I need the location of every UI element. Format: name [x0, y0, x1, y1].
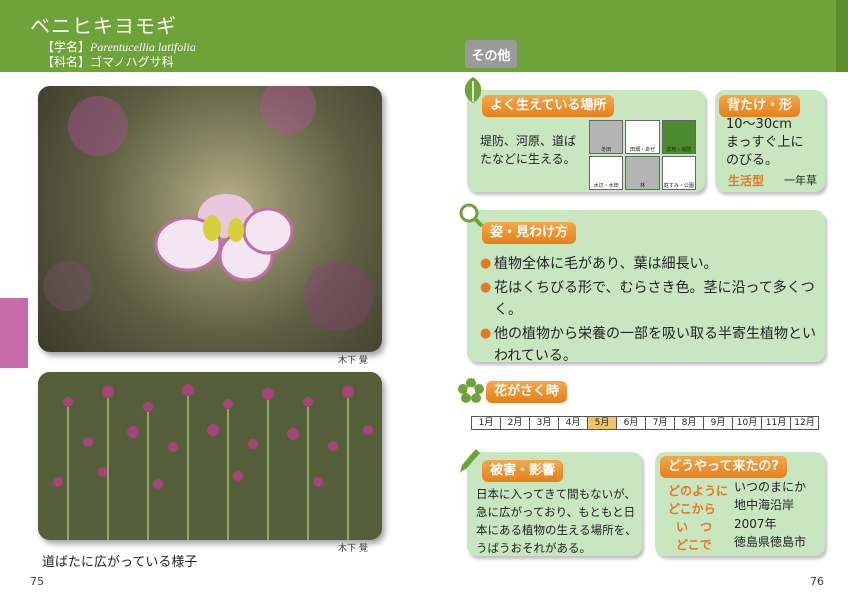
origin-q-how: どのように — [668, 484, 729, 498]
feature-item: 他の植物から栄養の一部を吸い取る半寄生植物といわれている。 — [480, 323, 818, 367]
habitat-icon: 水辺・水田 — [589, 156, 624, 190]
bloom-month-cell: 2月 — [500, 416, 529, 430]
bloom-month-cell: 4月 — [558, 416, 587, 430]
field-photo — [38, 372, 382, 540]
bloom-month-cell: 1月 — [471, 416, 500, 430]
bloom-month-cell: 8月 — [674, 416, 703, 430]
bloom-month-cell: 12月 — [790, 416, 819, 430]
damage-line: 急に広がっており、もともと日 — [476, 505, 636, 519]
habitat-icon: 林 — [625, 156, 660, 190]
photo-credit-2: 木下 覺 — [338, 544, 368, 554]
features-list: 植物全体に毛があり、葉は細長い。 花はくちびる形で、むらさき色。茎に沿って多くつ… — [480, 253, 818, 369]
height-title: 背たけ・形 — [719, 95, 801, 117]
height-line-2: まっすぐ上に — [726, 135, 804, 150]
origin-a-when: 2007年 — [734, 517, 777, 531]
bloom-month-cell: 7月 — [645, 416, 674, 430]
bloom-month-cell: 5月 — [587, 416, 616, 430]
origin-title: どうやって来たの? — [660, 456, 787, 478]
habitat-icon: 庭すみ・公園 — [661, 156, 696, 190]
pencil-icon — [460, 449, 480, 473]
feature-item: 花はくちびる形で、むらさき色。茎に沿って多くつく。 — [480, 277, 818, 321]
origin-a-where: 徳島県徳島市 — [734, 535, 807, 549]
habitat-title: よく生えている場所 — [482, 95, 615, 117]
bloom-month-cell: 3月 — [529, 416, 558, 430]
side-index-tab[interactable] — [0, 298, 28, 368]
life-form-value: 一年草 — [784, 174, 817, 187]
origin-q-when: い つ — [676, 520, 713, 534]
bloom-title: 花がさく時 — [486, 381, 568, 403]
height-line-3: のびる。 — [726, 153, 779, 168]
origin-q-where: どこで — [676, 538, 712, 552]
scientific-prefix: 【学名】 — [42, 40, 91, 54]
habitat-icon-grid: 冬田 田畑・あぜ 草地・堤防水辺・水田林庭すみ・公園 — [589, 120, 696, 190]
magnifier-icon — [459, 203, 484, 228]
origin-a-from: 地中海沿岸 — [734, 498, 795, 512]
page-number-right: 76 — [810, 575, 824, 588]
species-name: ベニヒキヨモギ — [30, 14, 177, 38]
habitat-icon: 冬田 — [589, 120, 624, 154]
page-number-left: 75 — [30, 575, 44, 588]
scientific-name: Parentucellia latifolia — [90, 40, 196, 54]
bloom-month-row: 1月 2月 3月 4月 5月 6月 7月 8月 9月 10月 11月 12月 — [471, 416, 819, 430]
flower-icon — [458, 378, 484, 403]
features-title: 姿・見わけ方 — [482, 222, 577, 244]
life-form-label: 生活型 — [728, 174, 765, 188]
height-line-1: 10〜30cm — [726, 117, 792, 132]
family-name: 【科名】ゴマノハグサ科 — [42, 55, 174, 69]
flower-closeup-illustration — [43, 86, 373, 331]
habitat-icon: 田畑・あぜ — [625, 120, 660, 154]
bloom-month-cell: 10月 — [732, 416, 761, 430]
tab-other[interactable]: その他 — [465, 40, 517, 68]
origin-q-from: どこから — [668, 502, 716, 516]
scientific-info: 【学名】Parentucellia latifolia 【科名】ゴマノハグサ科 — [42, 40, 196, 70]
habitat-text-2: たなどに生える。 — [480, 152, 576, 166]
field-illustration — [38, 372, 382, 540]
damage-line: 本にある植物の生える場所を、 — [476, 523, 637, 537]
damage-line: うばうおそれがある。 — [476, 541, 591, 555]
feature-item: 植物全体に毛があり、葉は細長い。 — [480, 253, 818, 275]
flower-closeup-photo — [38, 86, 382, 352]
origin-a-how: いつのまにか — [734, 480, 807, 494]
photo-credit-1: 木下 覺 — [338, 356, 368, 366]
bloom-month-cell: 11月 — [761, 416, 790, 430]
bloom-month-cell: 9月 — [703, 416, 732, 430]
habitat-text-1: 堤防、河原、道ば — [480, 134, 577, 148]
photo-caption: 道ばたに広がっている様子 — [42, 555, 198, 570]
damage-title: 被害・影響 — [482, 460, 564, 482]
bloom-month-cell: 6月 — [616, 416, 645, 430]
header-band-edge — [836, 0, 848, 72]
damage-line: 日本に入ってきて間もないが、 — [476, 487, 636, 501]
habitat-icon: 草地・堤防 — [661, 120, 696, 154]
